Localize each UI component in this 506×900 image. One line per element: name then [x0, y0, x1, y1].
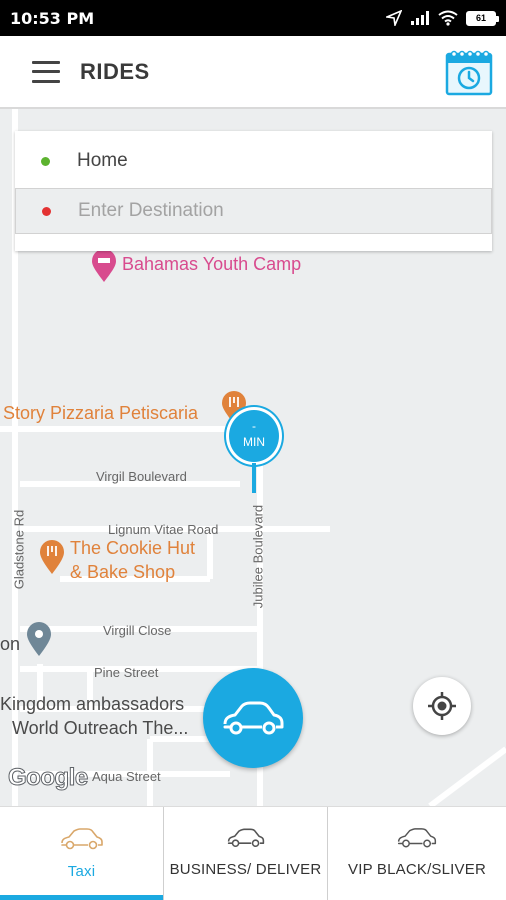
tab-taxi[interactable]: Taxi: [0, 807, 164, 900]
tab-vip-black-sliver[interactable]: VIP BLACK/SLIVER: [328, 807, 506, 900]
place-pin-icon: [27, 622, 51, 656]
street-gladstone: Gladstone Rd: [11, 509, 27, 590]
tab-label: BUSINESS/ DELIVER: [169, 861, 322, 878]
pickup-dot-icon: [41, 156, 50, 166]
eta-value: -: [252, 419, 256, 433]
poi-story-pizzaria[interactable]: Story Pizzaria Petiscaria: [3, 403, 198, 424]
eta-pin[interactable]: - MIN: [226, 407, 282, 465]
location-arrow-icon: [386, 10, 402, 26]
page-title: RIDES: [80, 58, 150, 84]
calendar-schedule-icon[interactable]: [444, 47, 494, 97]
wifi-icon: [438, 10, 458, 26]
tab-label: VIP BLACK/SLIVER: [348, 861, 486, 878]
poi-bahamas-youth-camp[interactable]: Bahamas Youth Camp: [122, 254, 301, 275]
car-outline-icon: [60, 828, 103, 850]
hamburger-menu-icon[interactable]: [32, 60, 60, 83]
route-search-card: Home: [15, 131, 492, 251]
eta-unit: MIN: [243, 435, 265, 449]
street-lignum-vitae: Lignum Vitae Road: [108, 522, 219, 537]
signal-icon: [411, 11, 429, 25]
battery-icon: 61: [466, 10, 499, 26]
car-outline-icon: [227, 828, 264, 848]
destination-dot-icon: [42, 206, 51, 216]
my-location-button[interactable]: [413, 677, 471, 735]
lodging-pin-icon: [92, 249, 116, 282]
car-outline-icon: [397, 828, 437, 848]
poi-kingdom-line2[interactable]: World Outreach The...: [12, 718, 188, 739]
street-jubilee: Jubilee Boulevard: [250, 504, 266, 609]
poi-cookie-hut-line2[interactable]: & Bake Shop: [70, 562, 175, 583]
status-icons: 61: [386, 10, 499, 26]
tab-business-delivery[interactable]: BUSINESS/ DELIVER: [164, 807, 328, 900]
poi-kingdom-line1[interactable]: Kingdom ambassadors: [0, 694, 184, 715]
tab-label: Taxi: [67, 863, 96, 880]
vehicle-tabs: Taxi BUSINESS/ DELIVER VIP BLACK/SLIVER: [0, 806, 506, 900]
street-pine: Pine Street: [94, 665, 159, 680]
app-bar: RIDES: [0, 36, 506, 109]
request-ride-button[interactable]: [203, 668, 303, 768]
street-virgill-close: Virgill Close: [103, 623, 172, 638]
pickup-location: Home: [77, 150, 128, 171]
destination-row[interactable]: [15, 188, 492, 234]
street-aqua: Aqua Street: [92, 769, 161, 784]
pickup-row[interactable]: Home: [15, 131, 492, 191]
eta-pin-stem: [252, 463, 256, 493]
street-virgil-boulevard: Virgil Boulevard: [96, 469, 187, 484]
gps-target-icon: [428, 692, 456, 720]
poi-label-on: on: [0, 634, 21, 654]
car-icon: [223, 701, 284, 735]
poi-cookie-hut-line1[interactable]: The Cookie Hut: [70, 538, 195, 559]
google-attribution: Google: [8, 764, 89, 792]
status-bar: 10:53 PM 61: [0, 0, 506, 36]
restaurant-pin-icon: [40, 540, 64, 574]
destination-input[interactable]: [78, 200, 458, 222]
status-time: 10:53 PM: [10, 8, 95, 28]
